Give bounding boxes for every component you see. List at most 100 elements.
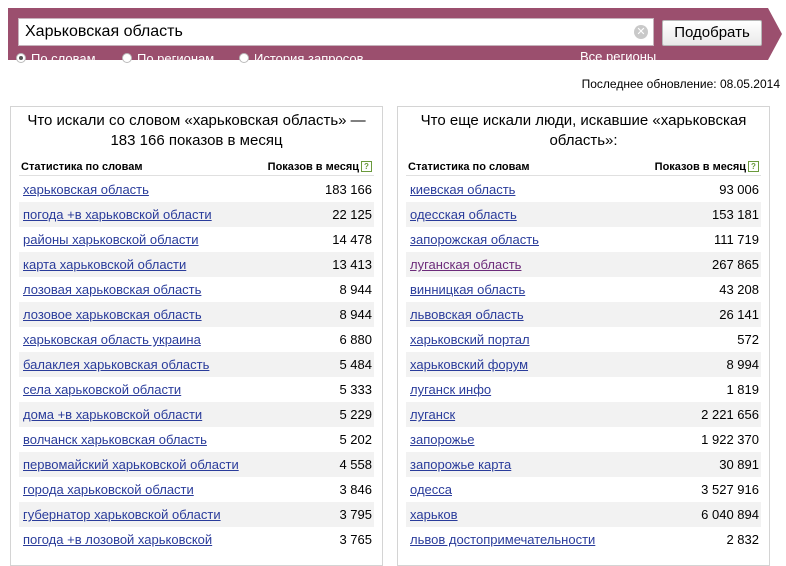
table-row: харьковский форум 8 994 xyxy=(406,352,761,377)
search-input[interactable] xyxy=(18,18,654,46)
table-header: Статистика по словам Показов в месяц? xyxy=(19,159,374,176)
panel-title: Что еще искали люди, искавшие «харьковск… xyxy=(420,112,747,149)
left-table: харьковская область 183 166 погода +в харь… xyxy=(19,177,374,552)
table-row: балаклея харьковская область 5 484 xyxy=(19,352,374,377)
table-row: села харьковской области 5 333 xyxy=(19,377,374,402)
all-regions-link[interactable]: Все регионы xyxy=(580,50,657,65)
table-row: харьковская область 183 166 xyxy=(19,177,374,202)
help-icon[interactable]: ? xyxy=(748,161,759,172)
query-link[interactable]: харьковская область xyxy=(23,182,149,197)
clear-icon[interactable]: ✕ xyxy=(634,25,648,39)
table-row: города харьковской области 3 846 xyxy=(19,477,374,502)
search-bar: ✕ Подобрать По словам По регионам Истори… xyxy=(8,8,768,66)
impressions-count: 8 994 xyxy=(726,357,759,372)
impressions-count: 3 795 xyxy=(339,507,372,522)
query-link[interactable]: балаклея харьковская область xyxy=(23,357,209,372)
impressions-count: 3 765 xyxy=(339,532,372,547)
table-row: районы харьковской области 14 478 xyxy=(19,227,374,252)
query-link[interactable]: харьков xyxy=(410,507,458,522)
help-icon[interactable]: ? xyxy=(361,161,372,172)
impressions-count: 14 478 xyxy=(332,232,372,247)
impressions-count: 1 922 370 xyxy=(701,432,759,447)
impressions-count: 5 484 xyxy=(339,357,372,372)
query-link[interactable]: карта харьковской области xyxy=(23,257,186,272)
table-row: одесская область 153 181 xyxy=(406,202,761,227)
impressions-count: 3 846 xyxy=(339,482,372,497)
table-row: одесса 3 527 916 xyxy=(406,477,761,502)
column-header-count: Показов в месяц? xyxy=(655,161,759,173)
query-link[interactable]: запорожье xyxy=(410,432,474,447)
impressions-count: 111 719 xyxy=(713,232,759,247)
query-link[interactable]: первомайский харьковской области xyxy=(23,457,239,472)
table-row: луганск инфо 1 819 xyxy=(406,377,761,402)
search-bar-arrow xyxy=(768,8,782,60)
radio-by-words[interactable]: По словам xyxy=(16,50,96,66)
table-row: первомайский харьковской области 4 558 xyxy=(19,452,374,477)
impressions-count: 6 880 xyxy=(339,332,372,347)
query-link[interactable]: львов достопримечательности xyxy=(410,532,595,547)
impressions-count: 5 202 xyxy=(339,432,372,447)
column-header-count: Показов в месяц? xyxy=(268,161,372,173)
panel-title: Что искали со словом «харьковская област… xyxy=(27,112,366,149)
query-link[interactable]: луганская область xyxy=(410,257,521,272)
impressions-count: 572 xyxy=(737,332,759,347)
query-link[interactable]: погода +в харьковской области xyxy=(23,207,212,222)
impressions-count: 26 141 xyxy=(719,307,759,322)
table-row: погода +в харьковской области 22 125 xyxy=(19,202,374,227)
query-link[interactable]: луганск xyxy=(410,407,455,422)
query-link[interactable]: харьковский форум xyxy=(410,357,528,372)
impressions-count: 6 040 894 xyxy=(701,507,759,522)
impressions-count: 2 832 xyxy=(726,532,759,547)
table-row: лозовое харьковская область 8 944 xyxy=(19,302,374,327)
impressions-count: 267 865 xyxy=(712,257,759,272)
radio-label: По регионам xyxy=(137,50,215,66)
left-panel: Что искали со словом «харьковская област… xyxy=(10,106,383,566)
impressions-count: 1 819 xyxy=(726,382,759,397)
query-link[interactable]: одесская область xyxy=(410,207,517,222)
radio-history[interactable]: История запросов xyxy=(239,50,364,66)
query-link[interactable]: киевская область xyxy=(410,182,515,197)
impressions-count: 93 006 xyxy=(719,182,759,197)
query-link[interactable]: львовская область xyxy=(410,307,524,322)
query-link[interactable]: лозовая харьковская область xyxy=(23,282,201,297)
table-row: киевская область 93 006 xyxy=(406,177,761,202)
query-link[interactable]: губернатор харьковской области xyxy=(23,507,221,522)
table-row: запорожье 1 922 370 xyxy=(406,427,761,452)
impressions-count: 5 333 xyxy=(339,382,372,397)
query-link[interactable]: районы харьковской области xyxy=(23,232,199,247)
query-link[interactable]: запорожская область xyxy=(410,232,539,247)
query-link[interactable]: одесса xyxy=(410,482,452,497)
radio-icon xyxy=(16,53,26,63)
table-row: харьков 6 040 894 xyxy=(406,502,761,527)
table-row: луганск 2 221 656 xyxy=(406,402,761,427)
impressions-count: 183 166 xyxy=(325,182,372,197)
query-link[interactable]: дома +в харьковской области xyxy=(23,407,202,422)
impressions-count: 153 181 xyxy=(712,207,759,222)
table-row: луганская область 267 865 xyxy=(406,252,761,277)
radio-label: История запросов xyxy=(254,50,364,66)
query-link[interactable]: села харьковской области xyxy=(23,382,181,397)
impressions-count: 22 125 xyxy=(332,207,372,222)
column-header-words: Статистика по словам xyxy=(408,161,530,173)
query-link[interactable]: погода +в лозовой харьковской xyxy=(23,532,212,547)
right-panel: Что еще искали люди, искавшие «харьковск… xyxy=(397,106,770,566)
query-link[interactable]: харьковский портал xyxy=(410,332,530,347)
impressions-count: 13 413 xyxy=(332,257,372,272)
query-link[interactable]: запорожье карта xyxy=(410,457,511,472)
query-link[interactable]: города харьковской области xyxy=(23,482,194,497)
column-header-label: Показов в месяц xyxy=(267,161,359,173)
query-link[interactable]: харьковская область украина xyxy=(23,332,201,347)
table-header: Статистика по словам Показов в месяц? xyxy=(406,159,761,176)
radio-icon xyxy=(122,53,132,63)
query-link[interactable]: луганск инфо xyxy=(410,382,491,397)
table-row: львов достопримечательности 2 832 xyxy=(406,527,761,552)
table-row: губернатор харьковской области 3 795 xyxy=(19,502,374,527)
impressions-count: 43 208 xyxy=(719,282,759,297)
query-link[interactable]: волчанск харьковская область xyxy=(23,432,207,447)
submit-button[interactable]: Подобрать xyxy=(662,20,762,46)
query-link[interactable]: лозовое харьковская область xyxy=(23,307,202,322)
last-updated: Последнее обновление: 08.05.2014 xyxy=(581,77,780,91)
table-row: запорожье карта 30 891 xyxy=(406,452,761,477)
query-link[interactable]: винницкая область xyxy=(410,282,525,297)
radio-by-regions[interactable]: По регионам xyxy=(122,50,214,66)
